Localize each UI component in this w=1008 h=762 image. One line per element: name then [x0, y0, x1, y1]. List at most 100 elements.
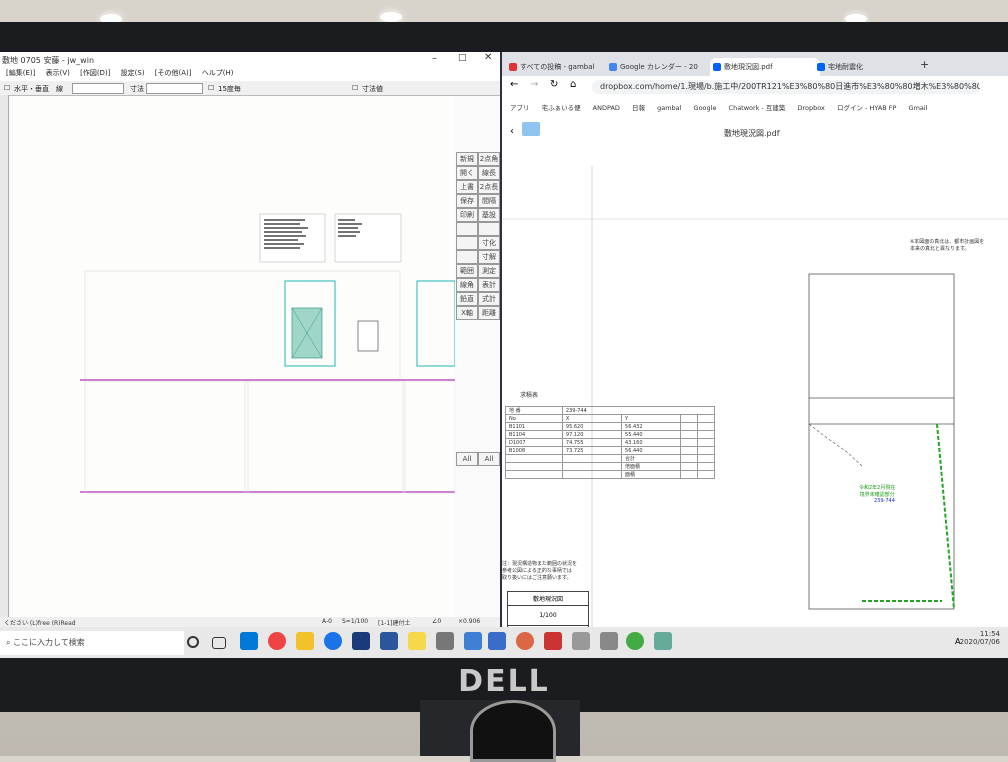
all-layers-right-button[interactable]: All — [478, 452, 500, 466]
jw-command-button[interactable]: 距離 — [478, 306, 500, 320]
jw-command-button[interactable]: 上書 — [456, 180, 478, 194]
all-layers-left-button[interactable]: All — [456, 452, 478, 466]
tab-favicon-icon — [817, 63, 825, 71]
jw-command-button[interactable]: 新規 — [456, 152, 478, 166]
jw-command-button[interactable]: 式計 — [478, 292, 500, 306]
dim-label: 寸法 — [130, 85, 144, 93]
ceiling-light — [380, 12, 402, 22]
menu-settings[interactable]: 設定(S) — [121, 69, 145, 77]
bookmark-gmail[interactable]: Gmail — [909, 104, 928, 112]
jw-command-button[interactable] — [478, 222, 500, 236]
mail-icon[interactable] — [464, 632, 482, 650]
jw-command-button[interactable] — [456, 236, 478, 250]
bookmark-takufile[interactable]: 宅ふぁいる便 — [542, 104, 581, 112]
bookmark-andpad[interactable]: ANDPAD — [593, 104, 620, 112]
menu-help[interactable]: ヘルプ(H) — [202, 69, 234, 77]
store-icon[interactable] — [436, 632, 454, 650]
app-icon[interactable] — [626, 632, 644, 650]
jw-left-toolbar[interactable] — [0, 95, 9, 625]
reload-icon[interactable]: ↻ — [550, 79, 558, 90]
jw-drawing-canvas[interactable] — [10, 96, 456, 621]
tab-label: 宅地耐震化 — [828, 63, 863, 71]
edge-icon[interactable] — [240, 632, 258, 650]
jw-command-button[interactable]: 鉛直 — [456, 292, 478, 306]
jw-command-button[interactable]: X軸 — [456, 306, 478, 320]
jw-command-button[interactable]: 2点長 — [478, 180, 500, 194]
browser-tab[interactable]: 敷地現況図.pdf — [710, 58, 820, 76]
search-icon: ⌕ — [6, 638, 14, 647]
menu-view[interactable]: 表示(V) — [46, 69, 70, 77]
app-icon[interactable] — [544, 632, 562, 650]
jw-command-button[interactable]: 寸解 — [478, 250, 500, 264]
menu-edit[interactable]: [編集(E)] — [6, 69, 35, 77]
windows-taskbar: ⌕ ここに入力して検索 A 11:54 2020/07/06 — [0, 627, 1008, 658]
cortana-icon[interactable] — [187, 636, 199, 648]
bookmark-hyab[interactable]: ログイン - HYAB FP — [837, 104, 896, 112]
jw-cad-window: 敷地 0705 安藤 - jw_win – □ ✕ [編集(E)] 表示(V) … — [0, 52, 502, 627]
dell-logo: DELL — [458, 664, 550, 699]
jw-command-button[interactable]: 表計 — [478, 278, 500, 292]
jw-command-button[interactable]: 寸化 — [478, 236, 500, 250]
word-icon[interactable] — [380, 632, 398, 650]
search-placeholder: ここに入力して検索 — [13, 638, 85, 647]
checkbox-icon[interactable]: ☐ — [4, 84, 10, 92]
menu-other[interactable]: [その他(A)] — [155, 69, 192, 77]
app-icon[interactable] — [572, 632, 590, 650]
file-explorer-icon[interactable] — [296, 632, 314, 650]
browser-tab[interactable]: 宅地耐震化 — [814, 58, 924, 76]
home-icon[interactable]: ⌂ — [570, 79, 576, 90]
caption-line: 参考公図による正的な事柄では — [502, 568, 572, 574]
chrome-icon[interactable] — [268, 632, 286, 650]
jw-command-button[interactable] — [456, 222, 478, 236]
app-icon[interactable] — [600, 632, 618, 650]
jw-cad-icon[interactable] — [352, 632, 370, 650]
status-hint: ください (L)free (R)Read — [4, 620, 76, 627]
dim-select[interactable] — [146, 83, 203, 94]
deg15-checkbox[interactable]: ☐ — [208, 84, 214, 92]
minimize-icon[interactable]: – — [432, 53, 437, 64]
edge-new-icon[interactable] — [324, 632, 342, 650]
close-icon[interactable]: ✕ — [484, 52, 492, 63]
app-icon[interactable] — [488, 632, 506, 650]
url-field[interactable]: dropbox.com/home/1.現場/b.施工中/200TR121%E3%… — [592, 80, 980, 94]
bookmark-chatwork[interactable]: Chatwork - 互建築 — [729, 104, 786, 112]
jw-command-button[interactable]: 線角 — [456, 278, 478, 292]
chevron-left-icon[interactable]: ‹ — [510, 126, 514, 137]
jw-command-button[interactable]: 印刷 — [456, 208, 478, 222]
new-tab-button[interactable]: + — [920, 58, 929, 71]
taskbar-clock[interactable]: 11:54 2020/07/06 — [960, 630, 1000, 646]
forward-icon[interactable]: → — [530, 79, 538, 90]
back-icon[interactable]: ← — [510, 79, 518, 90]
maximize-icon[interactable]: □ — [458, 53, 467, 63]
address-bar-row: ← → ↻ ⌂ dropbox.com/home/1.現場/b.施工中/200T… — [502, 76, 1008, 98]
browser-tab[interactable]: すべての投稿 - gambal — [506, 58, 616, 76]
wristwatch — [470, 700, 556, 762]
jw-command-button[interactable]: 線長 — [478, 166, 500, 180]
tab-favicon-icon — [609, 63, 617, 71]
jw-command-button[interactable]: 保存 — [456, 194, 478, 208]
jw-command-button[interactable]: 範囲 — [456, 264, 478, 278]
jw-command-button[interactable]: 2点角 — [478, 152, 500, 166]
jw-command-button[interactable]: 測定 — [478, 264, 500, 278]
bookmark-gambal[interactable]: gambal — [657, 104, 681, 112]
app-icon[interactable] — [654, 632, 672, 650]
bookmark-nippo[interactable]: 日報 — [632, 104, 645, 112]
dim-value-checkbox[interactable]: ☐ — [352, 84, 358, 92]
jw-command-button[interactable]: 開く — [456, 166, 478, 180]
bookmark-dropbox[interactable]: Dropbox — [798, 104, 825, 112]
taskbar-search[interactable]: ⌕ ここに入力して検索 — [0, 631, 184, 655]
sticky-notes-icon[interactable] — [408, 632, 426, 650]
app-icon[interactable] — [516, 632, 534, 650]
pdf-viewer[interactable]: ※本図面の真北は、都市計画図を 本来の真北と異なります。 求積表 地 番 239-… — [502, 166, 1008, 658]
line-select[interactable] — [72, 83, 124, 94]
browser-tab[interactable]: Google カレンダー - 20 — [606, 58, 716, 76]
task-view-icon[interactable] — [212, 637, 226, 649]
bookmark-apps[interactable]: アプリ — [510, 104, 530, 112]
clock-time: 11:54 — [979, 630, 1000, 638]
menu-draw[interactable]: [作図(D)] — [80, 69, 110, 77]
bookmark-google[interactable]: Google — [694, 104, 717, 112]
status-layer: A-0 — [322, 618, 332, 625]
jw-command-button[interactable]: 基設 — [478, 208, 500, 222]
jw-command-button[interactable]: 間隔 — [478, 194, 500, 208]
jw-command-button[interactable] — [456, 250, 478, 264]
